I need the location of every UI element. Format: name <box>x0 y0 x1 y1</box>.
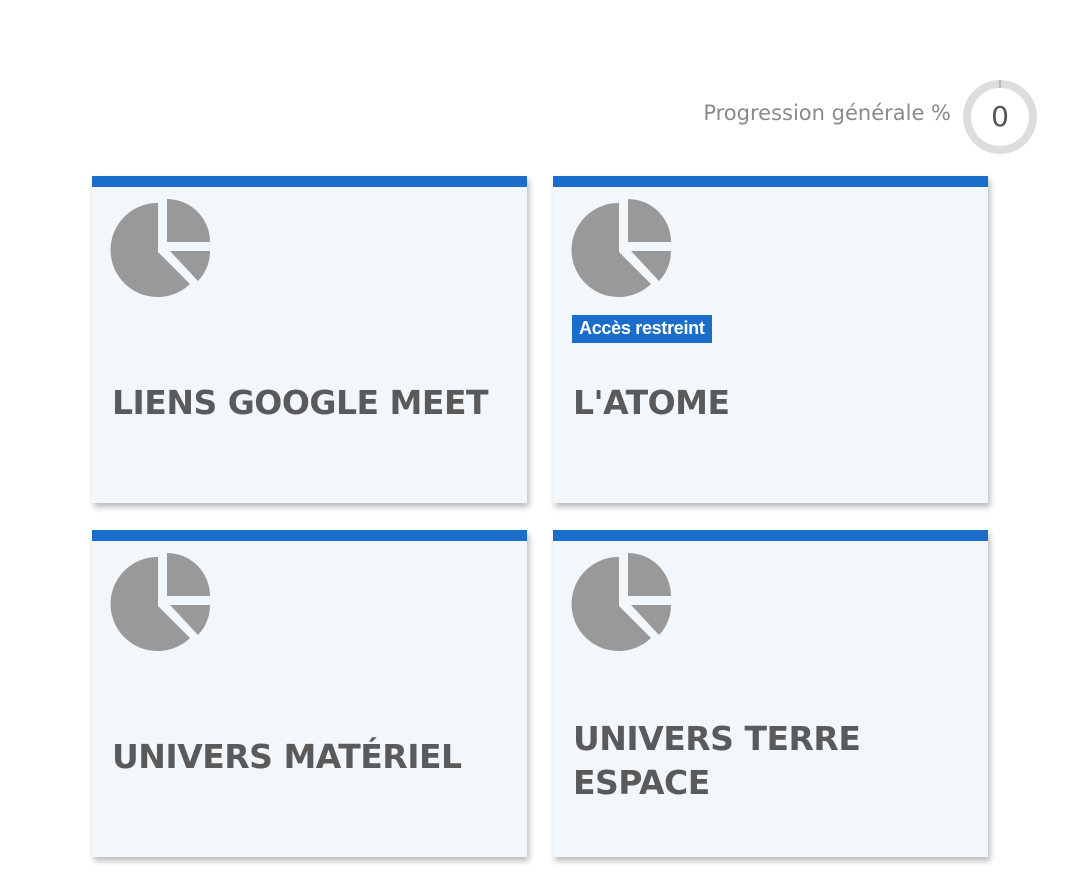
pie-chart-icon <box>571 553 673 653</box>
course-card-liens-google-meet[interactable]: LIENS GOOGLE MEET <box>92 176 527 503</box>
card-title: UNIVERS TERRE ESPACE <box>573 719 861 802</box>
course-card-univers-terre-espace[interactable]: UNIVERS TERRE ESPACE <box>553 530 988 857</box>
progress-label: Progression générale % <box>703 101 951 125</box>
pie-chart-icon <box>110 199 212 299</box>
card-title: L'ATOME <box>573 383 730 422</box>
course-card-univers-materiel[interactable]: UNIVERS MATÉRIEL <box>92 530 527 857</box>
card-title: LIENS GOOGLE MEET <box>112 383 489 422</box>
card-title: UNIVERS MATÉRIEL <box>112 737 462 776</box>
pie-chart-icon <box>110 553 212 653</box>
progress-value: 0 <box>991 100 1009 133</box>
restricted-access-badge: Accès restreint <box>572 315 712 343</box>
course-card-latome[interactable]: Accès restreint L'ATOME <box>553 176 988 503</box>
overall-progress: Progression générale % 0 <box>600 79 1038 155</box>
page: Progression générale % 0 LIENS GOOGLE ME… <box>0 0 1068 881</box>
pie-chart-icon <box>571 199 673 299</box>
